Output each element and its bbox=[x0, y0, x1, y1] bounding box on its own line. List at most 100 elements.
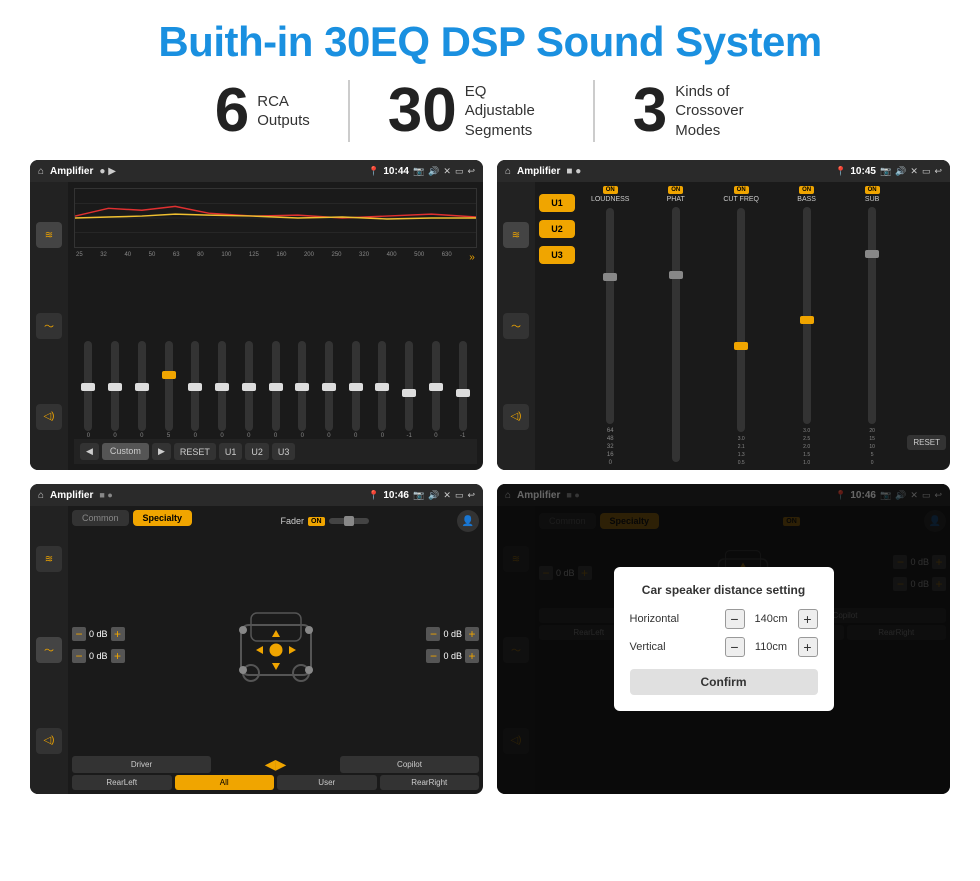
vertical-label: Vertical bbox=[630, 641, 690, 653]
ch-bass: ON BASS 3.0 2.5 2.0 1.5 1.0 bbox=[775, 186, 837, 466]
fader-handle[interactable] bbox=[344, 516, 354, 526]
minus-rr[interactable]: − bbox=[426, 649, 440, 663]
center-arrows: ◀ ▶ bbox=[214, 756, 337, 773]
home-icon-2[interactable]: ⌂ bbox=[505, 166, 511, 177]
bass-label: BASS bbox=[797, 196, 816, 203]
next-btn[interactable]: ▶ bbox=[152, 443, 171, 460]
common-tab-3[interactable]: Common bbox=[72, 510, 129, 526]
settings-circle-icon[interactable]: 👤 bbox=[457, 510, 479, 532]
rearright-btn[interactable]: RearRight bbox=[380, 775, 480, 790]
slider-500[interactable]: 0 bbox=[424, 319, 449, 439]
plus-fr[interactable]: + bbox=[465, 627, 479, 641]
minus-fl[interactable]: − bbox=[72, 627, 86, 641]
tab-row-3: Common Specialty bbox=[72, 510, 192, 526]
slider-63[interactable]: 0 bbox=[183, 319, 208, 439]
db-val-rl: 0 dB bbox=[89, 651, 108, 661]
slider-32[interactable]: 0 bbox=[103, 319, 128, 439]
cutfreq-label: CUT FREQ bbox=[723, 196, 759, 204]
loudness-on: ON bbox=[603, 186, 618, 194]
db-val-fl: 0 dB bbox=[89, 629, 108, 639]
slider-400[interactable]: -1 bbox=[397, 319, 422, 439]
confirm-button[interactable]: Confirm bbox=[630, 669, 818, 695]
slider-25[interactable]: 0 bbox=[76, 319, 101, 439]
slider-320[interactable]: 0 bbox=[370, 319, 395, 439]
speaker-icon-2[interactable]: ◁) bbox=[503, 404, 529, 430]
plus-fl[interactable]: + bbox=[111, 627, 125, 641]
db-control-rr: − 0 dB + bbox=[426, 649, 479, 663]
page-wrapper: Buith-in 30EQ DSP Sound System 6 RCAOutp… bbox=[0, 0, 980, 881]
minus-fr[interactable]: − bbox=[426, 627, 440, 641]
slider-100[interactable]: 0 bbox=[236, 319, 261, 439]
specialty-tab-3[interactable]: Specialty bbox=[133, 510, 193, 526]
vol-icon-3: 🔊 bbox=[428, 490, 439, 501]
vol-icon-2: 🔊 bbox=[895, 166, 906, 177]
all-btn[interactable]: All bbox=[175, 775, 275, 790]
x-icon-2: ✕ bbox=[910, 166, 918, 177]
u1-cross-btn[interactable]: U1 bbox=[539, 194, 575, 212]
driver-btn[interactable]: Driver bbox=[72, 756, 211, 773]
copilot-btn[interactable]: Copilot bbox=[340, 756, 479, 773]
sliders-area: 0 0 0 5 bbox=[74, 265, 477, 439]
u3-cross-btn[interactable]: U3 bbox=[539, 246, 575, 264]
speaker-icon-3[interactable]: ◁) bbox=[36, 728, 62, 754]
left-arrow-icon[interactable]: ◀ bbox=[265, 756, 276, 773]
u2-btn[interactable]: U2 bbox=[245, 443, 269, 460]
speaker-icon[interactable]: ◁) bbox=[36, 404, 62, 430]
phat-on: ON bbox=[668, 186, 683, 194]
home-icon[interactable]: ⌂ bbox=[38, 166, 44, 177]
slider-50[interactable]: 5 bbox=[156, 319, 181, 439]
db-control-fr: − 0 dB + bbox=[426, 627, 479, 641]
slider-160[interactable]: 0 bbox=[290, 319, 315, 439]
right-arrow-icon[interactable]: ▶ bbox=[276, 756, 287, 773]
slider-125[interactable]: 0 bbox=[263, 319, 288, 439]
x-icon-3: ✕ bbox=[443, 490, 451, 501]
slider-80[interactable]: 0 bbox=[210, 319, 235, 439]
eq-main: 25 32 40 50 63 80 100 125 160 200 250 32… bbox=[68, 182, 483, 470]
eq-icon-2[interactable]: ≋ bbox=[503, 222, 529, 248]
slider-200[interactable]: 0 bbox=[317, 319, 342, 439]
speaker-content: ≋ 〜 ◁) Common Specialty Fader ON bbox=[30, 506, 483, 794]
stat-crossover: 3 Kinds ofCrossover Modes bbox=[595, 80, 803, 142]
db-val-rr: 0 dB bbox=[443, 651, 462, 661]
ch-sub: ON SUB 20 15 10 5 0 bbox=[841, 186, 903, 466]
wave-icon-2[interactable]: 〜 bbox=[503, 313, 529, 339]
wave-icon-3[interactable]: 〜 bbox=[36, 637, 62, 663]
back-icon-2[interactable]: ↩ bbox=[934, 166, 942, 177]
rearleft-btn[interactable]: RearLeft bbox=[72, 775, 172, 790]
user-btn[interactable]: User bbox=[277, 775, 377, 790]
screen1-title: Amplifier bbox=[50, 166, 93, 177]
x-icon: ✕ bbox=[443, 166, 451, 177]
slider-40[interactable]: 0 bbox=[129, 319, 154, 439]
vertical-minus-btn[interactable]: − bbox=[725, 637, 745, 657]
reset-btn[interactable]: RESET bbox=[174, 443, 216, 460]
reset-area: RESET bbox=[907, 186, 946, 466]
rect-icon-2: ▭ bbox=[922, 166, 931, 177]
u1-btn[interactable]: U1 bbox=[219, 443, 243, 460]
ch-loudness: ON LOUDNESS 64 48 32 16 0 bbox=[579, 186, 641, 466]
u3-btn[interactable]: U3 bbox=[272, 443, 296, 460]
eq-icon-3[interactable]: ≋ bbox=[36, 546, 62, 572]
wave-icon[interactable]: 〜 bbox=[36, 313, 62, 339]
loudness-label: LOUDNESS bbox=[591, 196, 630, 204]
horizontal-plus-btn[interactable]: + bbox=[798, 609, 818, 629]
top-controls: Common Specialty Fader ON 👤 bbox=[72, 510, 479, 532]
prev-btn[interactable]: ◀ bbox=[80, 443, 99, 460]
plus-rl[interactable]: + bbox=[111, 649, 125, 663]
minus-rl[interactable]: − bbox=[72, 649, 86, 663]
eq-icon[interactable]: ≋ bbox=[36, 222, 62, 248]
vertical-plus-btn[interactable]: + bbox=[798, 637, 818, 657]
u-buttons-col: U1 U2 U3 bbox=[539, 186, 575, 466]
fader-track[interactable] bbox=[329, 518, 369, 524]
stat-eq: 30 EQ AdjustableSegments bbox=[350, 80, 595, 142]
back-icon-3[interactable]: ↩ bbox=[467, 490, 475, 501]
home-icon-3[interactable]: ⌂ bbox=[38, 490, 44, 501]
plus-rr[interactable]: + bbox=[465, 649, 479, 663]
statusbar-3: ⌂ Amplifier ■ ● 📍 10:46 📷 🔊 ✕ ▭ ↩ bbox=[30, 484, 483, 506]
cross-reset-btn[interactable]: RESET bbox=[907, 435, 946, 450]
screens-grid: ⌂ Amplifier ● ▶ 📍 10:44 📷 🔊 ✕ ▭ ↩ ≋ 〜 bbox=[30, 160, 950, 794]
back-icon[interactable]: ↩ bbox=[467, 166, 475, 177]
slider-630[interactable]: -1 bbox=[450, 319, 475, 439]
u2-cross-btn[interactable]: U2 bbox=[539, 220, 575, 238]
slider-250[interactable]: 0 bbox=[343, 319, 368, 439]
horizontal-minus-btn[interactable]: − bbox=[725, 609, 745, 629]
